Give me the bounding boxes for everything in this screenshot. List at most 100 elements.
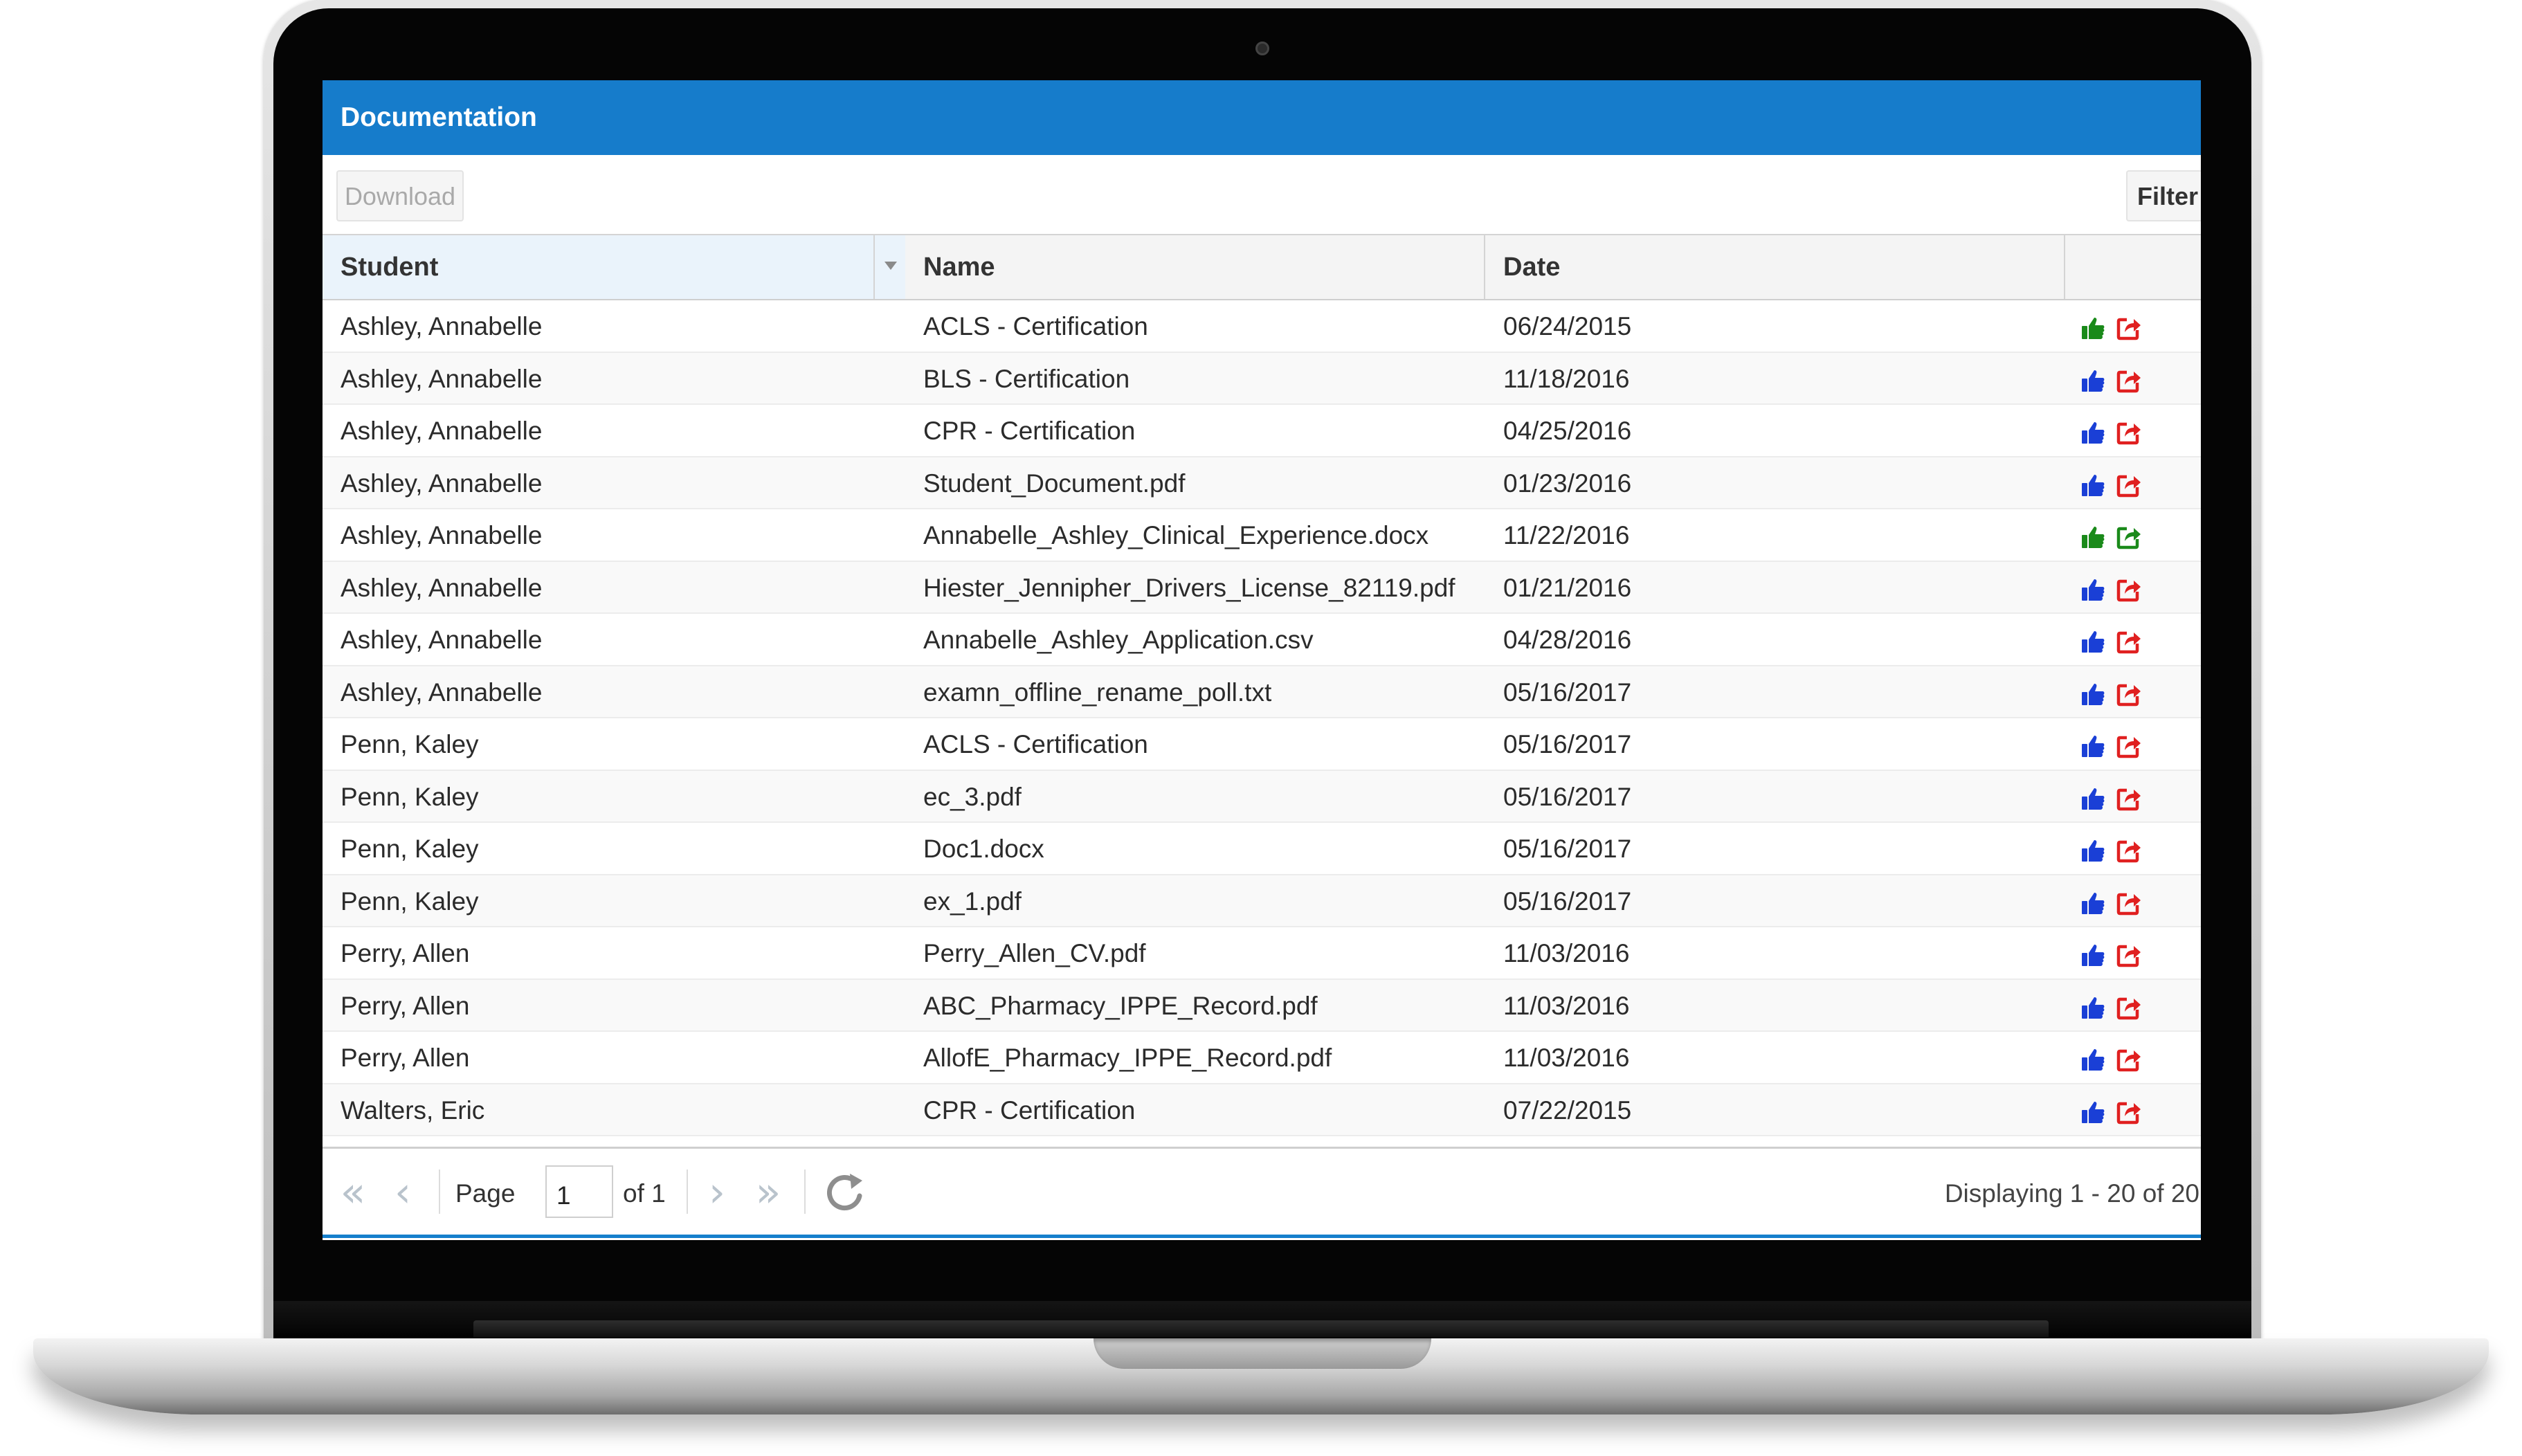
- download-button[interactable]: Download: [336, 170, 464, 221]
- grid-toolbar: Download Filter: [323, 155, 2201, 228]
- base-rim: [473, 1320, 2049, 1337]
- cell-date: 11/03/2016: [1503, 991, 1630, 1020]
- cell-date: 11/22/2016: [1503, 521, 1630, 549]
- table-row[interactable]: Ashley, Annabelle Student_Document.pdf 0…: [323, 457, 2201, 510]
- share-icon[interactable]: [2116, 1100, 2141, 1125]
- share-icon[interactable]: [2116, 577, 2141, 602]
- cell-document-name: Doc1.docx: [923, 835, 1044, 863]
- cell-student: Ashley, Annabelle: [341, 677, 543, 707]
- cell-date: 01/21/2016: [1503, 573, 1632, 602]
- thumbs-up-icon[interactable]: [2080, 786, 2105, 811]
- table-row[interactable]: Ashley, Annabelle ACLS - Certification 0…: [323, 300, 2201, 353]
- table-row[interactable]: Ashley, Annabelle Annabelle_Ashley_Appli…: [323, 614, 2201, 666]
- cell-actions: [2078, 509, 2188, 562]
- cell-date: 11/03/2016: [1503, 939, 1630, 967]
- share-icon[interactable]: [2116, 316, 2141, 340]
- cell-date: 06/24/2015: [1503, 312, 1632, 340]
- paging-separator: [687, 1170, 688, 1214]
- share-icon[interactable]: [2116, 786, 2141, 811]
- share-icon[interactable]: [2116, 682, 2141, 707]
- cell-student: Penn, Kaley: [341, 782, 479, 811]
- thumbs-up-icon[interactable]: [2080, 525, 2105, 549]
- cell-actions: [2078, 823, 2188, 875]
- cell-document-name: CPR - Certification: [923, 417, 1136, 445]
- filter-button[interactable]: Filter: [2126, 170, 2201, 221]
- thumbs-up-icon[interactable]: [2080, 473, 2105, 498]
- cell-actions: [2078, 353, 2188, 406]
- table-row[interactable]: Penn, Kaley ec_3.pdf 05/16/2017: [323, 770, 2201, 823]
- page-number-input[interactable]: [545, 1165, 613, 1218]
- share-icon[interactable]: [2116, 1047, 2141, 1072]
- thumbs-up-icon[interactable]: [2080, 838, 2105, 863]
- thumbs-up-icon[interactable]: [2080, 577, 2105, 602]
- share-icon[interactable]: [2116, 368, 2141, 393]
- share-icon[interactable]: [2116, 891, 2141, 916]
- thumbs-up-icon[interactable]: [2080, 368, 2105, 393]
- thumbs-up-icon[interactable]: [2080, 420, 2105, 445]
- table-row[interactable]: Penn, Kaley Doc1.docx 05/16/2017: [323, 823, 2201, 875]
- share-icon[interactable]: [2116, 473, 2141, 498]
- column-menu-trigger[interactable]: [873, 235, 905, 299]
- cell-document-name: AllofE_Pharmacy_IPPE_Record.pdf: [923, 1044, 1332, 1072]
- column-header-name[interactable]: Name: [905, 235, 1485, 299]
- cell-date: 04/28/2016: [1503, 626, 1632, 654]
- table-row[interactable]: Penn, Kaley ACLS - Certification 05/16/2…: [323, 718, 2201, 771]
- grid-header: Student Name Date: [323, 234, 2201, 300]
- next-page-icon[interactable]: ›: [696, 1170, 738, 1218]
- cell-actions: [2078, 300, 2188, 353]
- cell-actions: [2078, 614, 2188, 666]
- table-row[interactable]: Perry, Allen ABC_Pharmacy_IPPE_Record.pd…: [323, 979, 2201, 1032]
- share-icon[interactable]: [2116, 838, 2141, 863]
- thumbs-up-icon[interactable]: [2080, 995, 2105, 1020]
- thumbs-up-icon[interactable]: [2080, 682, 2105, 707]
- table-row[interactable]: Perry, Allen AllofE_Pharmacy_IPPE_Record…: [323, 1032, 2201, 1084]
- table-row[interactable]: Ashley, Annabelle examn_offline_rename_p…: [323, 666, 2201, 718]
- cell-actions: [2078, 718, 2188, 771]
- laptop-frame: Documentation Download Filter Student Na…: [0, 0, 2522, 1456]
- table-row[interactable]: Ashley, Annabelle BLS - Certification 11…: [323, 352, 2201, 406]
- table-row[interactable]: Ashley, Annabelle Hiester_Jennipher_Driv…: [323, 561, 2201, 614]
- cell-document-name: ec_3.pdf: [923, 782, 1022, 811]
- share-icon[interactable]: [2116, 525, 2141, 549]
- column-header-date[interactable]: Date: [1485, 235, 2065, 299]
- thumbs-up-icon[interactable]: [2080, 629, 2105, 654]
- thumbs-up-icon[interactable]: [2080, 316, 2105, 340]
- cell-date: 01/23/2016: [1503, 468, 1632, 498]
- share-icon[interactable]: [2116, 420, 2141, 445]
- thumbs-up-icon[interactable]: [2080, 1047, 2105, 1072]
- cell-document-name: Annabelle_Ashley_Clinical_Experience.doc…: [923, 521, 1429, 549]
- table-row[interactable]: Walters, Eric CPR - Certification 07/22/…: [323, 1084, 2201, 1136]
- thumbs-up-icon[interactable]: [2080, 943, 2105, 967]
- share-icon[interactable]: [2116, 734, 2141, 758]
- first-page-icon[interactable]: «: [332, 1170, 374, 1218]
- cell-student: Ashley, Annabelle: [341, 626, 543, 654]
- cell-document-name: examn_offline_rename_poll.txt: [923, 677, 1272, 707]
- share-icon[interactable]: [2116, 629, 2141, 654]
- cell-student: Ashley, Annabelle: [341, 312, 543, 340]
- cell-actions: [2078, 457, 2188, 510]
- thumbs-up-icon[interactable]: [2080, 734, 2105, 758]
- column-header-student[interactable]: Student: [323, 235, 905, 299]
- cell-date: 05/16/2017: [1503, 835, 1632, 863]
- table-row[interactable]: Ashley, Annabelle CPR - Certification 04…: [323, 405, 2201, 457]
- table-row[interactable]: Ashley, Annabelle Annabelle_Ashley_Clini…: [323, 509, 2201, 562]
- cell-student: Ashley, Annabelle: [341, 468, 543, 498]
- cell-document-name: ABC_Pharmacy_IPPE_Record.pdf: [923, 991, 1318, 1020]
- cell-student: Ashley, Annabelle: [341, 521, 543, 549]
- thumbs-up-icon[interactable]: [2080, 1100, 2105, 1125]
- refresh-icon[interactable]: [822, 1168, 867, 1217]
- last-page-icon[interactable]: »: [747, 1170, 789, 1218]
- paging-separator: [439, 1170, 440, 1214]
- cell-document-name: ex_1.pdf: [923, 886, 1022, 916]
- thumbs-up-icon[interactable]: [2080, 891, 2105, 916]
- cell-date: 05/16/2017: [1503, 677, 1632, 707]
- share-icon[interactable]: [2116, 943, 2141, 967]
- table-row[interactable]: Penn, Kaley ex_1.pdf 05/16/2017: [323, 875, 2201, 927]
- camera-icon: [1255, 42, 1269, 55]
- cell-student: Walters, Eric: [341, 1095, 485, 1125]
- cell-document-name: Annabelle_Ashley_Application.csv: [923, 626, 1314, 654]
- cell-document-name: ACLS - Certification: [923, 730, 1148, 758]
- previous-page-icon[interactable]: ‹: [382, 1170, 424, 1218]
- table-row[interactable]: Perry, Allen Perry_Allen_CV.pdf 11/03/20…: [323, 927, 2201, 980]
- share-icon[interactable]: [2116, 995, 2141, 1020]
